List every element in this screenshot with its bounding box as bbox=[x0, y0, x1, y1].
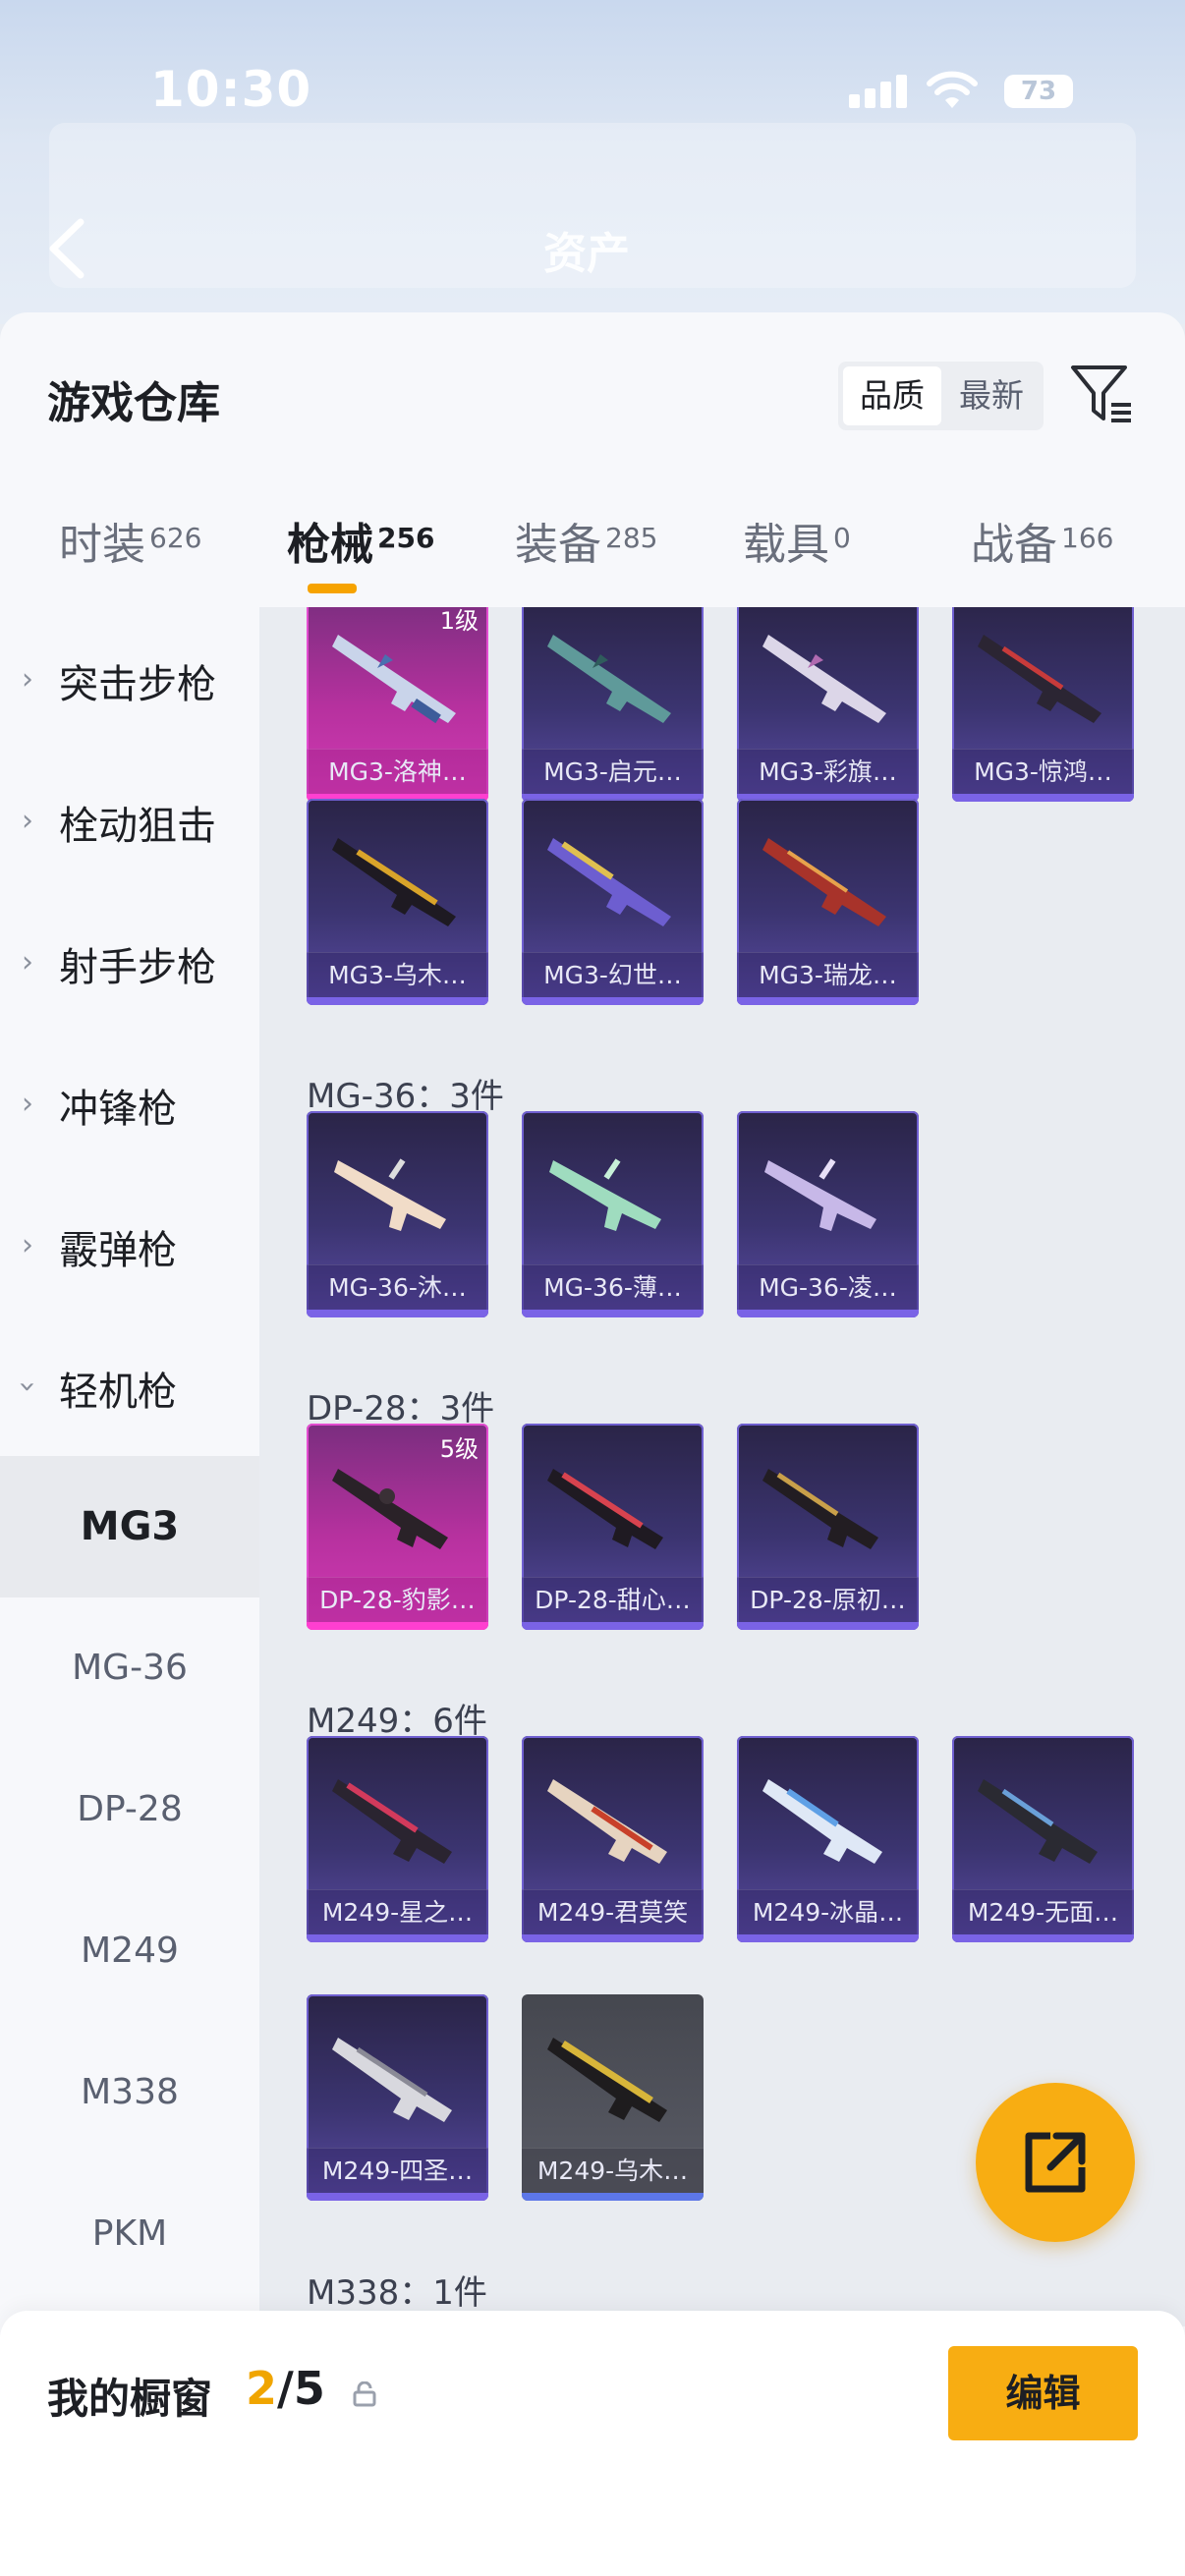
background-header: 10:30 73 资产 bbox=[0, 0, 1185, 324]
item-card[interactable]: MG-36-凌… bbox=[737, 1111, 919, 1317]
sidebar-item-assault-rifle[interactable]: › 突击步枪 bbox=[0, 607, 259, 749]
status-bar: 10:30 73 bbox=[0, 59, 1185, 128]
page-title: 资产 bbox=[543, 229, 630, 279]
group-title-mg36: MG-36：3件 bbox=[307, 1077, 504, 1116]
sidebar-item-bolt-sniper[interactable]: › 栓动狙击 bbox=[0, 749, 259, 890]
tab-equipment[interactable]: 装备 285 bbox=[515, 509, 657, 617]
showcase-bar: 我的橱窗 2/5 编辑 bbox=[0, 2311, 1185, 2576]
chevron-right-icon: › bbox=[22, 1087, 33, 1121]
sidebar-sub-mg3[interactable]: MG3 bbox=[0, 1456, 259, 1597]
warehouse-sheet: 游戏仓库 品质 最新 时装 626 枪械 256 装备 285 载具 0 战备 166 ›… bbox=[0, 312, 1185, 2576]
item-card[interactable]: M249-君莫笑 bbox=[522, 1736, 704, 1942]
chevron-down-icon: › bbox=[10, 1380, 45, 1393]
item-card[interactable]: MG-36-薄… bbox=[522, 1111, 704, 1317]
sidebar-item-marksman-rifle[interactable]: › 射手步枪 bbox=[0, 890, 259, 1032]
item-card[interactable]: DP-28-原初… bbox=[737, 1424, 919, 1630]
sidebar-item-shotgun[interactable]: › 霰弹枪 bbox=[0, 1173, 259, 1315]
sheet-title: 游戏仓库 bbox=[47, 378, 220, 428]
item-card[interactable]: 1级 MG3-洛神… bbox=[307, 607, 488, 802]
lock-icon bbox=[353, 2381, 376, 2407]
item-card[interactable]: M249-乌木… bbox=[522, 1994, 704, 2201]
signal-icon bbox=[849, 73, 908, 108]
item-card[interactable]: M249-冰晶… bbox=[737, 1736, 919, 1942]
item-card[interactable]: 5级 DP-28-豹影… bbox=[307, 1424, 488, 1630]
item-card[interactable]: MG-36-沐… bbox=[307, 1111, 488, 1317]
sidebar-sub-m338[interactable]: M338 bbox=[0, 2022, 259, 2163]
edit-button[interactable]: 编辑 bbox=[948, 2346, 1138, 2440]
weapon-sidebar: › 突击步枪 › 栓动狙击 › 射手步枪 › 冲锋枪 › 霰弹枪 › 轻机枪 MG3 MG-… bbox=[0, 607, 259, 2576]
tab-fashion[interactable]: 时装 626 bbox=[59, 509, 201, 617]
item-card[interactable]: MG3-启元… bbox=[522, 607, 704, 802]
group-title-dp28: DP-28：3件 bbox=[307, 1389, 495, 1428]
chevron-right-icon: › bbox=[22, 945, 33, 980]
battery-indicator: 73 bbox=[1004, 75, 1073, 108]
item-card[interactable]: MG3-瑞龙… bbox=[737, 799, 919, 1005]
group-title-m338: M338：1件 bbox=[307, 2273, 487, 2313]
item-card[interactable]: MG3-彩旗… bbox=[737, 607, 919, 802]
sidebar-sub-m249[interactable]: M249 bbox=[0, 1880, 259, 2022]
sidebar-sub-mg36[interactable]: MG-36 bbox=[0, 1597, 259, 1739]
filter-icon[interactable] bbox=[1068, 360, 1137, 428]
wifi-icon bbox=[927, 71, 978, 108]
sidebar-item-smg[interactable]: › 冲锋枪 bbox=[0, 1032, 259, 1173]
group-title-m249: M249：6件 bbox=[307, 1702, 487, 1741]
sort-toggle: 品质 最新 bbox=[838, 362, 1044, 430]
active-tab-indicator bbox=[308, 584, 357, 593]
chevron-right-icon: › bbox=[22, 662, 33, 697]
chevron-right-icon: › bbox=[22, 1228, 33, 1262]
item-card[interactable]: MG3-幻世… bbox=[522, 799, 704, 1005]
item-card[interactable]: DP-28-甜心… bbox=[522, 1424, 704, 1630]
sort-quality-button[interactable]: 品质 bbox=[843, 366, 941, 425]
item-card[interactable]: MG3-惊鸿… bbox=[952, 607, 1134, 802]
status-time: 10:30 bbox=[150, 61, 312, 118]
sidebar-item-lmg[interactable]: › 轻机枪 bbox=[0, 1315, 259, 1456]
tab-firearms[interactable]: 枪械 256 bbox=[287, 509, 434, 617]
sort-latest-button[interactable]: 最新 bbox=[942, 366, 1041, 425]
share-fab-button[interactable] bbox=[976, 2083, 1135, 2242]
tab-vehicles[interactable]: 载具 0 bbox=[743, 509, 851, 617]
share-icon bbox=[1025, 2132, 1086, 2193]
tab-supplies[interactable]: 战备 166 bbox=[971, 509, 1113, 617]
showcase-count: 2/5 bbox=[246, 2362, 325, 2415]
chevron-right-icon: › bbox=[22, 804, 33, 838]
sidebar-sub-pkm[interactable]: PKM bbox=[0, 2163, 259, 2305]
item-card[interactable]: M249-四圣… bbox=[307, 1994, 488, 2201]
sidebar-sub-dp28[interactable]: DP-28 bbox=[0, 1739, 259, 1880]
item-card[interactable]: MG3-乌木… bbox=[307, 799, 488, 1005]
item-grid: 1级 MG3-洛神… MG3-启元… MG3-彩旗… MG3-惊鸿… MG3-乌木… bbox=[259, 607, 1185, 2326]
back-chevron-icon[interactable] bbox=[39, 214, 98, 283]
showcase-label: 我的橱窗 bbox=[47, 2375, 213, 2423]
item-card[interactable]: M249-星之… bbox=[307, 1736, 488, 1942]
item-card[interactable]: M249-无面… bbox=[952, 1736, 1134, 1942]
